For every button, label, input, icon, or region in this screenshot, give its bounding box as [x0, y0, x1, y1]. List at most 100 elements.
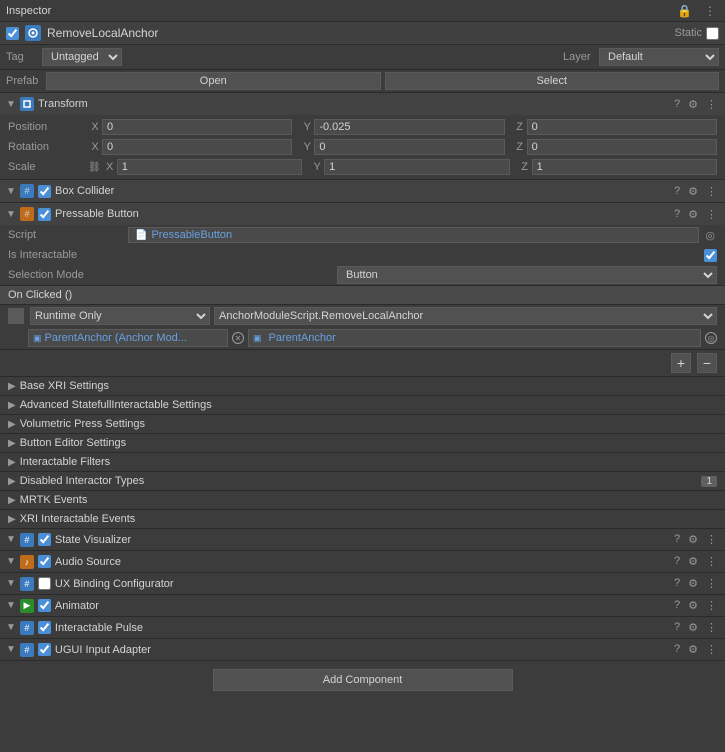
- script-label: Script: [8, 229, 128, 241]
- sub-comp-help-4[interactable]: ?: [672, 621, 682, 634]
- pos-z-label: Z: [513, 121, 527, 133]
- pick-object-icon[interactable]: ◎: [705, 332, 717, 344]
- scale-row: Scale ⛓ X Y Z: [0, 157, 725, 177]
- runtime-dropdown[interactable]: Runtime Only: [30, 307, 210, 325]
- base-xri-foldout[interactable]: ▶ Base XRI Settings: [0, 377, 725, 396]
- sub-comp-arrow-2[interactable]: ▼: [6, 578, 16, 589]
- rot-z-label: Z: [513, 141, 527, 153]
- pressable-button-header: ▼ # Pressable Button ? ⚙ ⋮: [0, 203, 725, 225]
- pressable-btn-menu-icon[interactable]: ⋮: [704, 208, 719, 221]
- sub-comp-menu-3[interactable]: ⋮: [704, 599, 719, 612]
- tag-dropdown[interactable]: Untagged: [42, 48, 122, 66]
- pressable-btn-help-icon[interactable]: ?: [672, 208, 682, 221]
- sub-comp-icon-1: ♪: [20, 555, 34, 569]
- gameobject-enabled-checkbox[interactable]: [6, 27, 19, 40]
- volumetric-press-arrow: ▶: [8, 419, 16, 430]
- mrtk-events-foldout[interactable]: ▶ MRTK Events: [0, 491, 725, 510]
- remove-object-icon[interactable]: ✕: [232, 332, 244, 344]
- sub-comp-help-3[interactable]: ?: [672, 599, 682, 612]
- box-collider-title: Box Collider: [55, 185, 668, 197]
- transform-icon: [20, 97, 34, 111]
- sub-comp-arrow-0[interactable]: ▼: [6, 534, 16, 545]
- sub-comp-menu-0[interactable]: ⋮: [704, 533, 719, 546]
- transform-settings-icon[interactable]: ⚙: [686, 98, 700, 111]
- sub-comp-settings-1[interactable]: ⚙: [686, 555, 700, 568]
- interactable-filters-label: Interactable Filters: [20, 456, 110, 468]
- box-collider-settings-icon[interactable]: ⚙: [686, 185, 700, 198]
- sub-comp-help-5[interactable]: ?: [672, 643, 682, 656]
- scale-y-input[interactable]: [324, 159, 509, 175]
- advanced-stateful-foldout[interactable]: ▶ Advanced StatefullInteractable Setting…: [0, 396, 725, 415]
- lock-icon[interactable]: 🔒: [674, 3, 695, 19]
- scale-lock-icon[interactable]: ⛓: [88, 162, 101, 173]
- scale-x-input[interactable]: [117, 159, 302, 175]
- box-collider-arrow[interactable]: ▼: [6, 186, 16, 197]
- sub-comp-arrow-1[interactable]: ▼: [6, 556, 16, 567]
- open-button[interactable]: Open: [46, 72, 381, 90]
- sub-comp-title-3: Animator: [55, 600, 668, 612]
- disabled-count-badge: 1: [701, 476, 717, 487]
- context-menu-icon[interactable]: ⋮: [701, 3, 719, 19]
- box-collider-checkbox[interactable]: [38, 185, 51, 198]
- sub-comp-menu-2[interactable]: ⋮: [704, 577, 719, 590]
- sub-comp-title-2: UX Binding Configurator: [55, 578, 668, 590]
- select-button[interactable]: Select: [385, 72, 720, 90]
- rotation-y-input[interactable]: [314, 139, 504, 155]
- is-interactable-checkbox[interactable]: [704, 249, 717, 262]
- xri-events-foldout[interactable]: ▶ XRI Interactable Events: [0, 510, 725, 529]
- position-row: Position X Y Z: [0, 117, 725, 137]
- sub-comp-help-1[interactable]: ?: [672, 555, 682, 568]
- rotation-label: Rotation: [8, 141, 88, 153]
- disabled-interactor-foldout[interactable]: ▶ Disabled Interactor Types 1: [0, 472, 725, 491]
- interactable-filters-foldout[interactable]: ▶ Interactable Filters: [0, 453, 725, 472]
- transform-arrow[interactable]: ▼: [6, 99, 16, 110]
- sub-comp-icon-2: #: [20, 577, 34, 591]
- selection-mode-dropdown[interactable]: Button: [337, 266, 717, 284]
- add-event-button[interactable]: +: [671, 353, 691, 373]
- position-z-input[interactable]: [527, 119, 717, 135]
- advanced-stateful-arrow: ▶: [8, 400, 16, 411]
- layer-label: Layer: [563, 51, 591, 63]
- script-select-icon[interactable]: ◎: [703, 229, 717, 242]
- button-editor-label: Button Editor Settings: [20, 437, 126, 449]
- sub-comp-settings-4[interactable]: ⚙: [686, 621, 700, 634]
- inspector-title: Inspector: [6, 5, 674, 17]
- sub-comp-arrow-4[interactable]: ▼: [6, 622, 16, 633]
- transform-menu-icon[interactable]: ⋮: [704, 98, 719, 111]
- add-component-button[interactable]: Add Component: [213, 669, 513, 691]
- rotation-x-input[interactable]: [102, 139, 292, 155]
- pressable-btn-settings-icon[interactable]: ⚙: [686, 208, 700, 221]
- static-checkbox[interactable]: [706, 27, 719, 40]
- pressable-btn-arrow[interactable]: ▼: [6, 209, 16, 220]
- sub-comp-menu-1[interactable]: ⋮: [704, 555, 719, 568]
- sub-comp-settings-5[interactable]: ⚙: [686, 643, 700, 656]
- rot-y-label: Y: [300, 141, 314, 153]
- remove-event-button[interactable]: −: [697, 353, 717, 373]
- volumetric-press-foldout[interactable]: ▶ Volumetric Press Settings: [0, 415, 725, 434]
- event-drag-icon: [8, 308, 24, 324]
- box-collider-help-icon[interactable]: ?: [672, 185, 682, 198]
- sub-comp-settings-3[interactable]: ⚙: [686, 599, 700, 612]
- rotation-z-input[interactable]: [527, 139, 717, 155]
- function-dropdown[interactable]: AnchorModuleScript.RemoveLocalAnchor: [214, 307, 717, 325]
- transform-help-icon[interactable]: ?: [672, 98, 682, 111]
- sub-comp-arrow-3[interactable]: ▼: [6, 600, 16, 611]
- is-interactable-label: Is Interactable: [8, 249, 704, 261]
- sub-comp-arrow-5[interactable]: ▼: [6, 644, 16, 655]
- sub-comp-help-0[interactable]: ?: [672, 533, 682, 546]
- script-row: Script 📄 PressableButton ◎: [0, 225, 725, 245]
- scale-z-input[interactable]: [532, 159, 717, 175]
- position-x-input[interactable]: [102, 119, 292, 135]
- scale-z-label: Z: [518, 161, 532, 173]
- box-collider-menu-icon[interactable]: ⋮: [704, 185, 719, 198]
- sub-comp-help-2[interactable]: ?: [672, 577, 682, 590]
- sub-comp-settings-2[interactable]: ⚙: [686, 577, 700, 590]
- sub-comp-menu-5[interactable]: ⋮: [704, 643, 719, 656]
- button-editor-foldout[interactable]: ▶ Button Editor Settings: [0, 434, 725, 453]
- sub-comp-settings-0[interactable]: ⚙: [686, 533, 700, 546]
- sub-comp-menu-4[interactable]: ⋮: [704, 621, 719, 634]
- pressable-btn-checkbox[interactable]: [38, 208, 51, 221]
- script-field: 📄 PressableButton: [128, 227, 699, 243]
- position-y-input[interactable]: [314, 119, 504, 135]
- layer-dropdown[interactable]: Default: [599, 48, 719, 66]
